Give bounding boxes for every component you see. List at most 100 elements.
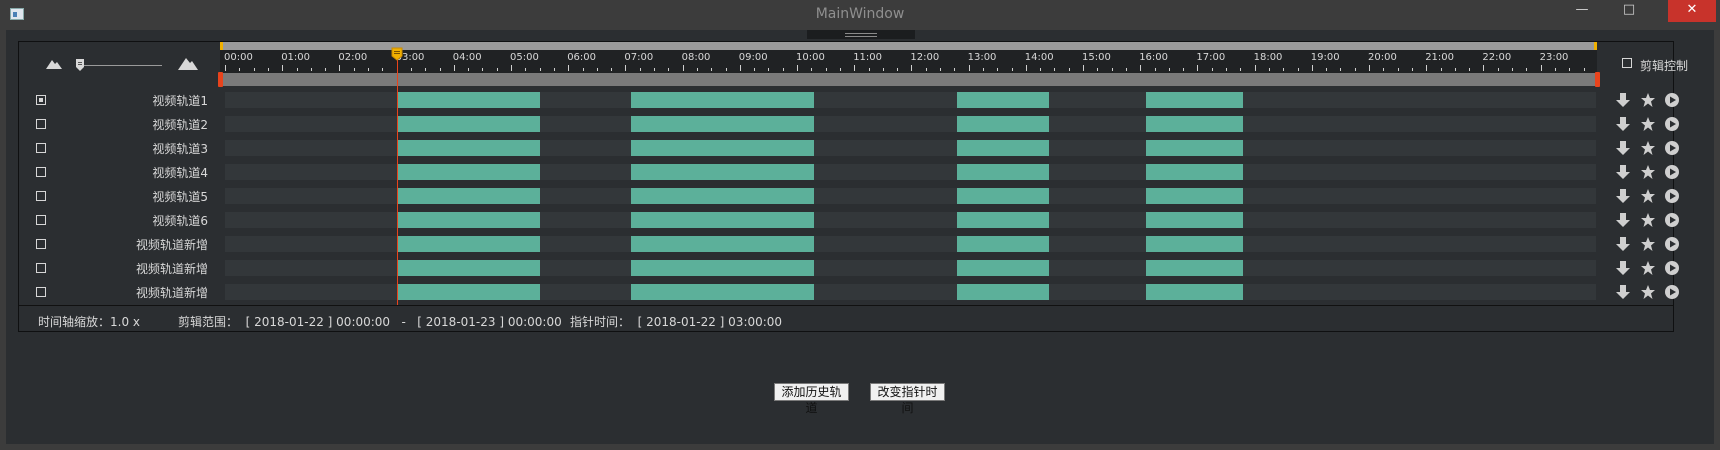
play-icon[interactable] xyxy=(1664,188,1680,204)
play-icon[interactable] xyxy=(1664,284,1680,300)
ruler-tick-minor xyxy=(1554,68,1556,71)
play-icon[interactable] xyxy=(1664,260,1680,276)
recording-segment[interactable] xyxy=(1145,236,1244,252)
ruler-scrollbar[interactable] xyxy=(220,42,1597,50)
download-icon[interactable] xyxy=(1615,164,1631,180)
recording-segment[interactable] xyxy=(957,260,1049,276)
ruler-tick-minor xyxy=(1040,68,1042,71)
download-icon[interactable] xyxy=(1615,284,1631,300)
maximize-button[interactable]: □ xyxy=(1612,0,1646,22)
ruler-tick-minor xyxy=(997,68,999,71)
zoom-out-mountain-icon[interactable] xyxy=(46,57,62,69)
star-icon[interactable] xyxy=(1640,284,1656,300)
play-icon[interactable] xyxy=(1664,212,1680,228)
window-title: MainWindow xyxy=(815,6,905,22)
play-icon[interactable] xyxy=(1664,116,1680,132)
recording-segment[interactable] xyxy=(957,140,1049,156)
recording-segment[interactable] xyxy=(396,188,540,204)
download-icon[interactable] xyxy=(1615,116,1631,132)
recording-segment[interactable] xyxy=(1145,116,1244,132)
ruler-tick-minor xyxy=(754,68,756,71)
add-history-track-button[interactable]: 添加历史轨道 xyxy=(774,383,849,415)
recording-segment[interactable] xyxy=(631,236,815,252)
ruler-tick-minor xyxy=(1512,68,1513,71)
track-name: 视频轨道2 xyxy=(152,118,208,132)
recording-segment[interactable] xyxy=(957,212,1049,228)
recording-segment[interactable] xyxy=(396,236,540,252)
recording-segment[interactable] xyxy=(631,212,815,228)
star-icon[interactable] xyxy=(1640,140,1656,156)
recording-segment[interactable] xyxy=(1145,260,1244,276)
ruler-tick-minor xyxy=(482,68,484,71)
recording-segment[interactable] xyxy=(631,92,815,108)
recording-segment[interactable] xyxy=(631,116,815,132)
play-icon[interactable] xyxy=(1664,92,1680,108)
star-icon[interactable] xyxy=(1640,260,1656,276)
pointer-time-status: 指针时间： [ 2018-01-22 ] 03:00:00 xyxy=(570,315,783,329)
recording-segment[interactable] xyxy=(957,236,1049,252)
recording-segment[interactable] xyxy=(396,260,540,276)
zoom-slider-track[interactable] xyxy=(76,65,162,66)
star-icon[interactable] xyxy=(1640,164,1656,180)
recording-segment[interactable] xyxy=(396,92,540,108)
recording-segment[interactable] xyxy=(631,284,815,300)
change-pointer-time-button[interactable]: 改变指针时间 xyxy=(870,383,945,415)
minimize-button[interactable]: — xyxy=(1565,0,1599,22)
recording-segment[interactable] xyxy=(1145,284,1244,300)
recording-segment[interactable] xyxy=(1145,92,1244,108)
play-icon[interactable] xyxy=(1664,236,1680,252)
download-icon[interactable] xyxy=(1615,236,1631,252)
star-icon[interactable] xyxy=(1640,212,1656,228)
recording-segment[interactable] xyxy=(1145,188,1244,204)
play-icon[interactable] xyxy=(1664,140,1680,156)
star-icon[interactable] xyxy=(1640,236,1656,252)
download-icon[interactable] xyxy=(1615,92,1631,108)
zoom-in-mountain-icon[interactable] xyxy=(178,55,198,70)
recording-segment[interactable] xyxy=(631,140,815,156)
clip-control-checkbox[interactable] xyxy=(1622,58,1632,68)
download-icon[interactable] xyxy=(1615,140,1631,156)
star-icon[interactable] xyxy=(1640,92,1656,108)
recording-segment[interactable] xyxy=(396,212,540,228)
star-icon[interactable] xyxy=(1640,116,1656,132)
time-cursor-handle[interactable] xyxy=(391,47,403,61)
recording-segment[interactable] xyxy=(631,260,815,276)
ruler-tick-minor xyxy=(1268,68,1270,71)
recording-segment[interactable] xyxy=(396,140,540,156)
recording-segment[interactable] xyxy=(1145,140,1244,156)
recording-segment[interactable] xyxy=(957,116,1049,132)
clip-range-bar[interactable] xyxy=(220,73,1597,86)
splitter-grip-icon xyxy=(845,33,877,37)
recording-segment[interactable] xyxy=(396,164,540,180)
zoom-slider-thumb[interactable] xyxy=(75,58,85,72)
download-icon[interactable] xyxy=(1615,260,1631,276)
ruler-tick-minor xyxy=(696,68,698,71)
time-cursor-line[interactable] xyxy=(396,55,398,305)
ruler-tick-minor xyxy=(1583,68,1585,71)
star-icon[interactable] xyxy=(1640,188,1656,204)
recording-segment[interactable] xyxy=(957,164,1049,180)
zoom-status: 时间轴缩放：1.0 x xyxy=(38,315,141,329)
recording-segment[interactable] xyxy=(631,188,815,204)
recording-segment[interactable] xyxy=(957,284,1049,300)
play-icon[interactable] xyxy=(1664,164,1680,180)
recording-segment[interactable] xyxy=(631,164,815,180)
recording-segment[interactable] xyxy=(1145,164,1244,180)
ruler-tick-label: 15:00 xyxy=(1082,52,1111,63)
download-icon[interactable] xyxy=(1615,188,1631,204)
track-name: 视频轨道3 xyxy=(152,142,208,156)
recording-segment[interactable] xyxy=(396,116,540,132)
ruler-tick-minor xyxy=(525,68,527,71)
ruler-tick-minor xyxy=(1326,68,1328,71)
download-icon[interactable] xyxy=(1615,212,1631,228)
recording-segment[interactable] xyxy=(396,284,540,300)
recording-segment[interactable] xyxy=(957,188,1049,204)
ruler-tick-minor xyxy=(296,68,298,71)
clip-range-status: 剪辑范围： [ 2018-01-22 ] 00:00:00 - [ 2018-0… xyxy=(178,315,562,329)
recording-segment[interactable] xyxy=(1145,212,1244,228)
close-button[interactable]: ✕ xyxy=(1668,0,1716,22)
recording-segment[interactable] xyxy=(957,92,1049,108)
clip-range-end-handle[interactable] xyxy=(1595,72,1600,87)
ruler-tick-minor xyxy=(1154,68,1156,71)
clip-range-start-handle[interactable] xyxy=(218,72,223,87)
